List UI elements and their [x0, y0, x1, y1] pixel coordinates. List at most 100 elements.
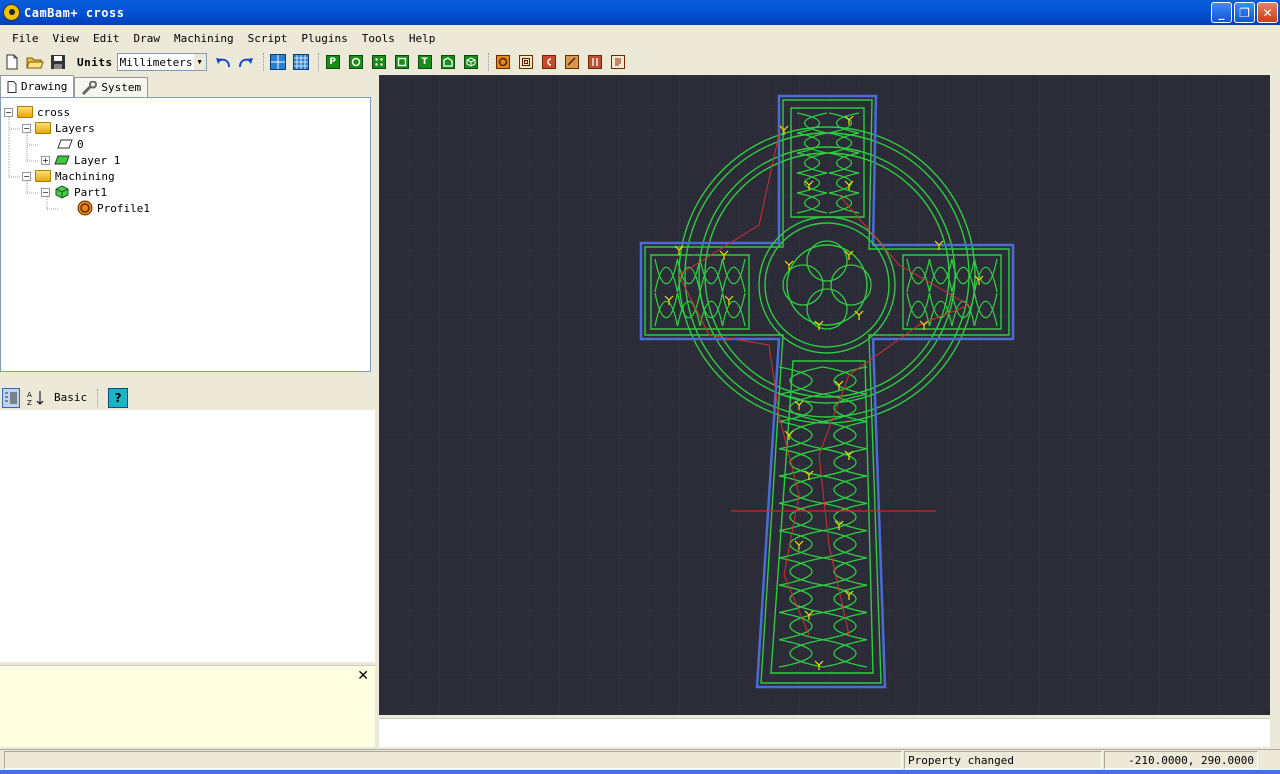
collapse-icon[interactable]: − — [4, 107, 13, 117]
undo-icon[interactable] — [213, 52, 233, 72]
circle-glyph — [348, 55, 363, 69]
tree-label-profile: Profile1 — [97, 201, 150, 215]
gcode-glyph — [610, 55, 625, 69]
polyline-glyph: P — [325, 55, 340, 69]
drawing-tree[interactable]: − cross − Layers 0 + Layer 1 − Machining… — [0, 97, 371, 372]
chevron-down-icon[interactable]: ▼ — [193, 54, 206, 70]
open-folder-icon[interactable] — [25, 52, 45, 72]
message-console — [379, 718, 1270, 747]
tree-node-layers[interactable]: − Layers — [22, 120, 95, 136]
3d-surface-icon[interactable] — [461, 52, 481, 72]
tree-node-machining[interactable]: − Machining — [22, 168, 115, 184]
rectangle-glyph — [394, 55, 409, 69]
tree-node-layer-1[interactable]: + Layer 1 — [41, 152, 120, 168]
menu-bar: File View Edit Draw Machining Script Plu… — [0, 27, 1280, 49]
circle-icon[interactable] — [346, 52, 366, 72]
save-icon[interactable] — [48, 52, 68, 72]
text-icon[interactable]: T — [415, 52, 435, 72]
folder-icon — [17, 106, 33, 118]
rectangle-icon[interactable] — [392, 52, 412, 72]
status-message: Property changed — [904, 751, 1102, 769]
engrave-icon[interactable] — [562, 52, 582, 72]
redo-icon[interactable] — [236, 52, 256, 72]
expand-icon[interactable]: + — [41, 155, 50, 165]
categorized-icon[interactable] — [2, 387, 20, 408]
minimize-button[interactable]: _ — [1211, 2, 1232, 23]
toolbar-separator — [262, 53, 264, 71]
tree-node-profile[interactable]: Profile1 — [77, 200, 150, 216]
units-label: Units — [77, 55, 113, 69]
title-bar[interactable]: CamBam+ cross _ ❐ ✕ — [0, 0, 1280, 25]
wrench-icon — [82, 80, 98, 95]
panel-splitter[interactable] — [0, 373, 375, 380]
tab-drawing-label: Drawing — [21, 80, 68, 93]
tree-label-part: Part1 — [74, 185, 108, 199]
drawing-canvas[interactable] — [379, 75, 1270, 715]
profile-op-icon — [77, 200, 93, 216]
basic-view-label[interactable]: Basic — [54, 391, 87, 404]
vertical-scrollbar[interactable] — [1270, 75, 1280, 747]
tab-system[interactable]: System — [74, 77, 149, 97]
menu-help[interactable]: Help — [402, 32, 443, 45]
snap-grid-icon[interactable] — [268, 52, 288, 72]
left-panel: Drawing System − cross − Layers 0 + Laye… — [0, 75, 375, 747]
folder-icon — [35, 122, 51, 134]
close-button[interactable]: ✕ — [1257, 2, 1278, 23]
collapse-icon[interactable]: − — [22, 171, 31, 181]
tree-node-root[interactable]: − cross — [4, 104, 70, 120]
points-icon[interactable] — [369, 52, 389, 72]
menu-tools[interactable]: Tools — [355, 32, 402, 45]
tree-label-layers: Layers — [55, 121, 95, 135]
collapse-icon[interactable]: − — [41, 187, 50, 197]
gcode-icon[interactable] — [608, 52, 628, 72]
sort-alphabetical-icon[interactable]: AZ — [26, 388, 44, 408]
tree-node-part[interactable]: − Part1 — [41, 184, 107, 200]
menu-draw[interactable]: Draw — [127, 32, 168, 45]
toolbar-separator — [97, 388, 99, 407]
new-file-icon[interactable] — [2, 52, 22, 72]
tree-label-root: cross — [37, 105, 71, 119]
svg-text:A: A — [27, 391, 32, 399]
polyline-icon[interactable]: P — [323, 52, 343, 72]
toolbar-separator — [487, 53, 489, 71]
status-bar: Property changed -210.0000, 290.0000 — [0, 749, 1280, 769]
region-icon[interactable] — [438, 52, 458, 72]
help-icon[interactable]: ? — [108, 387, 129, 408]
status-left-cell — [4, 751, 902, 769]
menu-file[interactable]: File — [5, 32, 46, 45]
document-icon — [7, 80, 17, 93]
info-pane: ✕ — [0, 665, 375, 747]
tree-label-layer-1: Layer 1 — [74, 153, 121, 167]
grid-icon[interactable] — [291, 52, 311, 72]
cad-viewport — [379, 75, 1270, 715]
restore-button[interactable]: ❐ — [1234, 2, 1255, 23]
left-tabs: Drawing System — [0, 75, 375, 97]
menu-machining[interactable]: Machining — [167, 32, 241, 45]
part-cube-icon — [55, 185, 69, 199]
menu-edit[interactable]: Edit — [86, 32, 127, 45]
drill-icon[interactable] — [539, 52, 559, 72]
tab-drawing[interactable]: Drawing — [0, 75, 75, 97]
layer-icon — [54, 155, 70, 165]
status-coordinates: -210.0000, 290.0000 — [1104, 751, 1258, 769]
surface-glyph — [463, 55, 478, 69]
menu-plugins[interactable]: Plugins — [294, 32, 354, 45]
points-glyph — [371, 55, 386, 69]
menu-view[interactable]: View — [46, 32, 87, 45]
window-controls: _ ❐ ✕ — [1211, 2, 1278, 23]
menu-script[interactable]: Script — [241, 32, 295, 45]
profile-icon[interactable] — [493, 52, 513, 72]
text-glyph: T — [417, 55, 432, 69]
tree-label-layer-0: 0 — [77, 137, 84, 151]
tree-node-layer-0[interactable]: 0 — [57, 136, 84, 152]
lathe-icon[interactable] — [585, 52, 605, 72]
pocket-glyph — [518, 55, 533, 69]
pocket-icon[interactable] — [516, 52, 536, 72]
close-icon[interactable]: ✕ — [357, 668, 369, 684]
units-dropdown[interactable]: Millimeters ▼ — [116, 53, 207, 71]
profile-glyph — [495, 55, 510, 69]
engrave-glyph — [564, 55, 579, 69]
tree-label-machining: Machining — [55, 169, 115, 183]
collapse-icon[interactable]: − — [22, 123, 31, 133]
property-grid[interactable] — [0, 410, 375, 662]
